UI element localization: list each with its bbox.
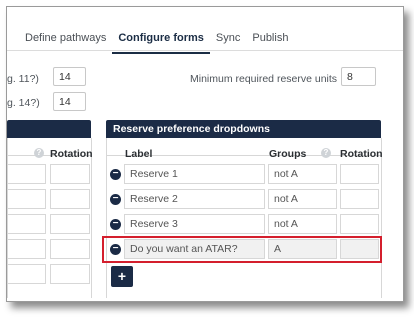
- tab-publish[interactable]: Publish: [246, 31, 294, 52]
- remove-row-icon[interactable]: −: [110, 169, 121, 180]
- rotation-column-header: Rotation: [340, 148, 383, 160]
- row-groups-input[interactable]: A: [268, 239, 337, 259]
- remove-row-icon[interactable]: −: [110, 219, 121, 230]
- field2-label: g. 14?): [7, 97, 40, 109]
- row-rotation-input[interactable]: [340, 164, 379, 184]
- tab-define-pathways[interactable]: Define pathways: [19, 31, 112, 52]
- row-rotation-input[interactable]: [340, 214, 379, 234]
- row-groups-input[interactable]: not A: [268, 164, 337, 184]
- left-cell[interactable]: [7, 264, 46, 284]
- left-rotation-header: Rotation: [50, 148, 93, 160]
- add-row-button[interactable]: +: [111, 266, 133, 287]
- left-cell[interactable]: [7, 164, 46, 184]
- left-rotation-cell[interactable]: [50, 189, 90, 209]
- field1-label: g. 11?): [7, 73, 39, 85]
- groups-help-icon[interactable]: ?: [321, 148, 331, 158]
- min-reserve-input[interactable]: 8: [341, 67, 376, 86]
- row-rotation-input[interactable]: [340, 239, 379, 259]
- min-reserve-label: Minimum required reserve units: [190, 73, 338, 85]
- left-panel-header: [7, 120, 91, 138]
- row-label-input[interactable]: Reserve 3: [124, 214, 265, 234]
- left-rotation-cell[interactable]: [50, 214, 90, 234]
- tab-bar-divider: [7, 50, 403, 51]
- left-rotation-cell[interactable]: [50, 264, 90, 284]
- row-groups-input[interactable]: not A: [268, 189, 337, 209]
- row-label-input[interactable]: Reserve 2: [124, 189, 265, 209]
- row-label-input[interactable]: Do you want an ATAR?: [124, 239, 265, 259]
- reserve-panel-border-left: [106, 138, 107, 298]
- left-cell[interactable]: [7, 189, 46, 209]
- left-cell[interactable]: [7, 239, 46, 259]
- row-groups-input[interactable]: not A: [268, 214, 337, 234]
- label-column-header: Label: [125, 148, 153, 160]
- row-label-input[interactable]: Reserve 1: [124, 164, 265, 184]
- remove-row-icon[interactable]: −: [110, 194, 121, 205]
- groups-column-header: Groups: [269, 148, 307, 160]
- field1-input[interactable]: 14: [53, 67, 86, 86]
- help-icon[interactable]: ?: [34, 148, 44, 158]
- remove-row-icon[interactable]: −: [110, 244, 121, 255]
- left-cell[interactable]: [7, 214, 46, 234]
- screenshot-frame: Define pathways Configure forms Sync Pub…: [6, 6, 404, 302]
- tab-sync[interactable]: Sync: [210, 31, 246, 52]
- left-rotation-cell[interactable]: [50, 239, 90, 259]
- row-rotation-input[interactable]: [340, 189, 379, 209]
- reserve-panel-header: Reserve preference dropdowns: [106, 120, 381, 138]
- field2-input[interactable]: 14: [53, 92, 86, 111]
- left-rotation-cell[interactable]: [50, 164, 90, 184]
